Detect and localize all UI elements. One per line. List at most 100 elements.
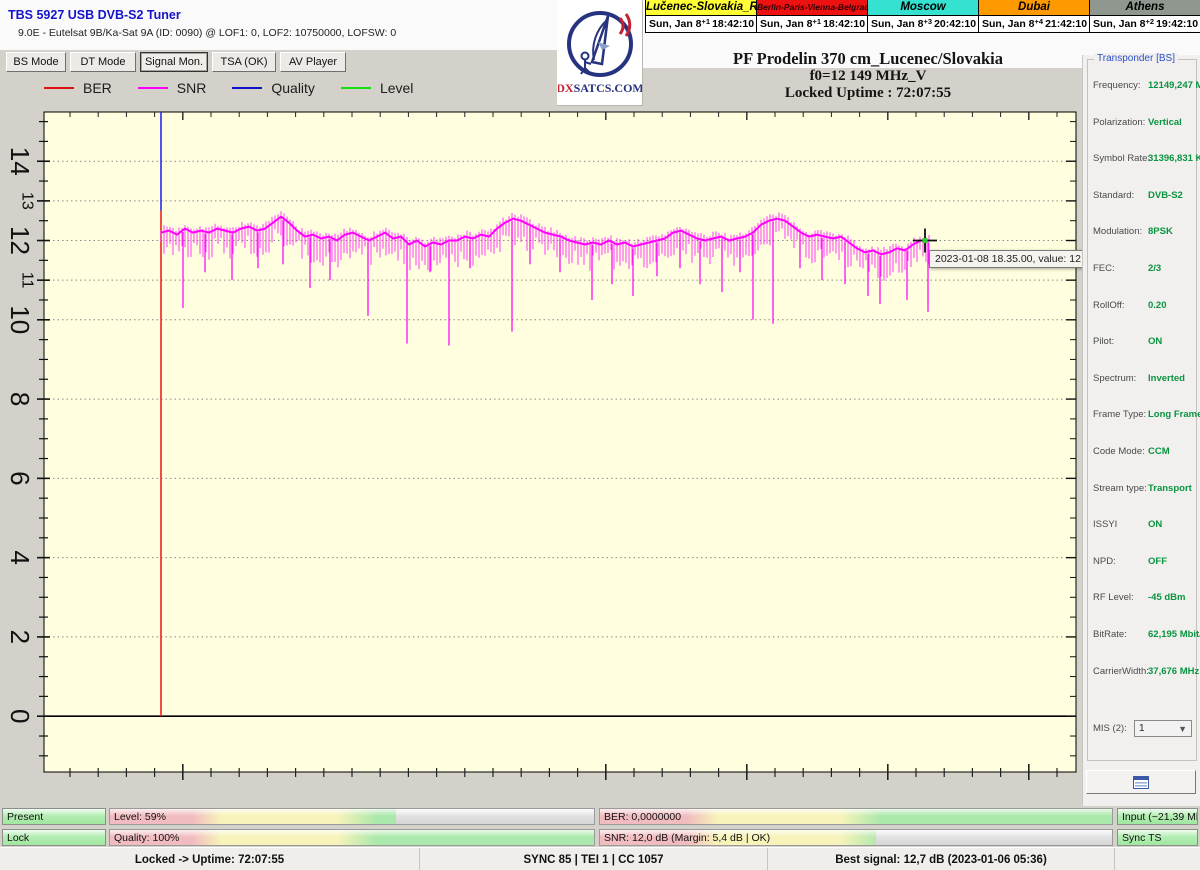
field-label: FEC:: [1093, 263, 1148, 274]
transponder-field-polarization: Polarization:Vertical: [1093, 115, 1193, 130]
field-label: Symbol Rate:: [1093, 153, 1148, 164]
level-meter: Level: 59%: [109, 808, 595, 825]
field-value: 62,195 Mbit/s: [1148, 629, 1200, 640]
field-label: Stream type:: [1093, 483, 1148, 494]
meter-label: Quality: 100%: [114, 830, 179, 845]
legend-item-ber: BER: [44, 80, 112, 96]
field-label: RollOff:: [1093, 300, 1148, 311]
field-value: DVB-S2: [1148, 190, 1183, 201]
field-label: NPD:: [1093, 556, 1148, 567]
field-label: Standard:: [1093, 190, 1148, 201]
svg-text:DXSATCS.COM: DXSATCS.COM: [558, 81, 642, 95]
transponder-field-codemode: Code Mode:CCM: [1093, 444, 1193, 459]
chart-legend: BER SNR Quality Level: [44, 80, 413, 96]
header-left: TBS 5927 USB DVB-S2 Tuner 9.0E - Eutelsa…: [0, 0, 557, 50]
field-value: 12149,247 MHz: [1148, 80, 1200, 91]
satellite-dish-icon: DXSATCS.COM: [558, 0, 642, 104]
field-value: CCM: [1148, 446, 1170, 457]
clock-3: MoscowSun, Jan 8+320:42:10: [868, 0, 979, 33]
ts-stream-button[interactable]: [1086, 770, 1196, 794]
statusbar-sync-counters: SYNC 85 | TEI 1 | CC 1057: [420, 848, 768, 870]
chevron-down-icon: ▼: [1178, 724, 1187, 734]
logo-dx: DX: [558, 81, 574, 95]
mis-row: MIS (2): 1 ▼: [1093, 720, 1192, 737]
statusbar-uptime: Locked -> Uptime: 72:07:55: [0, 848, 420, 870]
legend-line-swatch: [138, 87, 168, 89]
transponder-field-issyi: ISSYION: [1093, 517, 1193, 532]
tab-av-player[interactable]: AV Player: [280, 52, 346, 72]
transponder-field-modulation: Modulation:8PSK: [1093, 224, 1193, 239]
tab-bs-mode[interactable]: BS Mode: [6, 52, 66, 72]
field-value: Long Frame: [1148, 409, 1200, 420]
field-label: Spectrum:: [1093, 373, 1148, 384]
chart-tooltip: 2023-01-08 18.35.00, value: 12: [929, 250, 1087, 268]
svg-text:0: 0: [5, 709, 35, 723]
app-title: TBS 5927 USB DVB-S2 Tuner: [8, 8, 181, 22]
transponder-groupbox-title: Transponder [BS]: [1094, 53, 1178, 64]
transponder-field-spectrum: Spectrum:Inverted: [1093, 371, 1193, 386]
field-value: 0.20: [1148, 300, 1167, 311]
present-indicator: Present: [2, 808, 106, 825]
svg-text:14: 14: [5, 147, 35, 176]
clock-city: Lučenec-Slovakia_R.Dávid: [646, 0, 756, 16]
transponder-field-symbolrate: Symbol Rate:31396,831 KS/s: [1093, 151, 1193, 166]
transponder-field-carrierwidth: CarrierWidth:37,676 MHz: [1093, 664, 1193, 679]
legend-item-quality: Quality: [232, 80, 315, 96]
clock-city: Moscow: [868, 0, 978, 16]
field-value: 8PSK: [1148, 226, 1173, 237]
clock-datetime: Sun, Jan 8+219:42:10: [1090, 16, 1200, 33]
clock-1: Lučenec-Slovakia_R.DávidSun, Jan 8+118:4…: [646, 0, 757, 33]
svg-text:13: 13: [19, 192, 36, 210]
quality-meter: Quality: 100%: [109, 829, 595, 846]
legend-line-swatch: [341, 87, 371, 89]
ber-meter: BER: 0,0000000: [599, 808, 1113, 825]
legend-line-swatch: [232, 87, 262, 89]
legend-label: Quality: [271, 80, 315, 96]
meter-sheen: [110, 830, 594, 837]
tab-tsa-ok-[interactable]: TSA (OK): [212, 52, 276, 72]
chart-frequency: f0=12 149 MHz_V: [648, 68, 1088, 85]
tab-signal-mon-[interactable]: Signal Mon.: [140, 52, 208, 72]
transponder-field-bitrate: BitRate:62,195 Mbit/s: [1093, 627, 1193, 642]
legend-item-level: Level: [341, 80, 413, 96]
chart-uptime: Locked Uptime : 72:07:55: [648, 85, 1088, 102]
transponder-field-npd: NPD:OFF: [1093, 554, 1193, 569]
field-value: 2/3: [1148, 263, 1161, 274]
transponder-field-rflevel: RF Level:-45 dBm: [1093, 590, 1193, 605]
mis-value: 1: [1139, 723, 1145, 734]
clock-city: Dubai: [979, 0, 1089, 16]
meter-label: Level: 59%: [114, 809, 166, 824]
snr-chart-plot[interactable]: 024681011121314: [0, 105, 1082, 807]
legend-item-snr: SNR: [138, 80, 207, 96]
clock-city: Berlin-Paris-Vienna-Belgrade: [757, 0, 867, 16]
clock-2: Berlin-Paris-Vienna-BelgradeSun, Jan 8+1…: [757, 0, 868, 33]
field-value: ON: [1148, 336, 1162, 347]
ts-list-icon: [1133, 776, 1149, 789]
snr-meter: SNR: 12,0 dB (Margin: 5,4 dB | OK): [599, 829, 1113, 846]
field-label: Polarization:: [1093, 117, 1148, 128]
transponder-field-fec: FEC:2/3: [1093, 261, 1193, 276]
svg-text:11: 11: [19, 272, 36, 289]
svg-text:12: 12: [5, 226, 35, 255]
tab-dt-mode[interactable]: DT Mode: [70, 52, 136, 72]
mis-dropdown[interactable]: 1 ▼: [1134, 720, 1192, 737]
transponder-sidebar: Transponder [BS] Frequency:12149,247 MHz…: [1082, 55, 1200, 806]
clock-datetime: Sun, Jan 8+118:42:10: [757, 16, 867, 33]
logo-satcs: SATCS.COM: [573, 81, 641, 95]
input-bitrate-indicator: Input (~21,39 Mbps): [1117, 808, 1198, 825]
lock-indicator: Lock: [2, 829, 106, 846]
field-label: Pilot:: [1093, 336, 1148, 347]
transponder-field-frequency: Frequency:12149,247 MHz: [1093, 78, 1193, 93]
field-value: -45 dBm: [1148, 592, 1185, 603]
clock-5: AthensSun, Jan 8+219:42:10: [1090, 0, 1200, 33]
clock-city: Athens: [1090, 0, 1200, 16]
meter-label: SNR: 12,0 dB (Margin: 5,4 dB | OK): [604, 830, 770, 845]
field-label: ISSYI: [1093, 519, 1148, 530]
dxsatcs-logo: DXSATCS.COM: [557, 0, 643, 106]
clock-datetime: Sun, Jan 8+118:42:10: [646, 16, 756, 33]
svg-text:4: 4: [5, 550, 35, 564]
clock-datetime: Sun, Jan 8+421:42:10: [979, 16, 1089, 33]
legend-label: BER: [83, 80, 112, 96]
field-value: Vertical: [1148, 117, 1182, 128]
field-label: Code Mode:: [1093, 446, 1148, 457]
